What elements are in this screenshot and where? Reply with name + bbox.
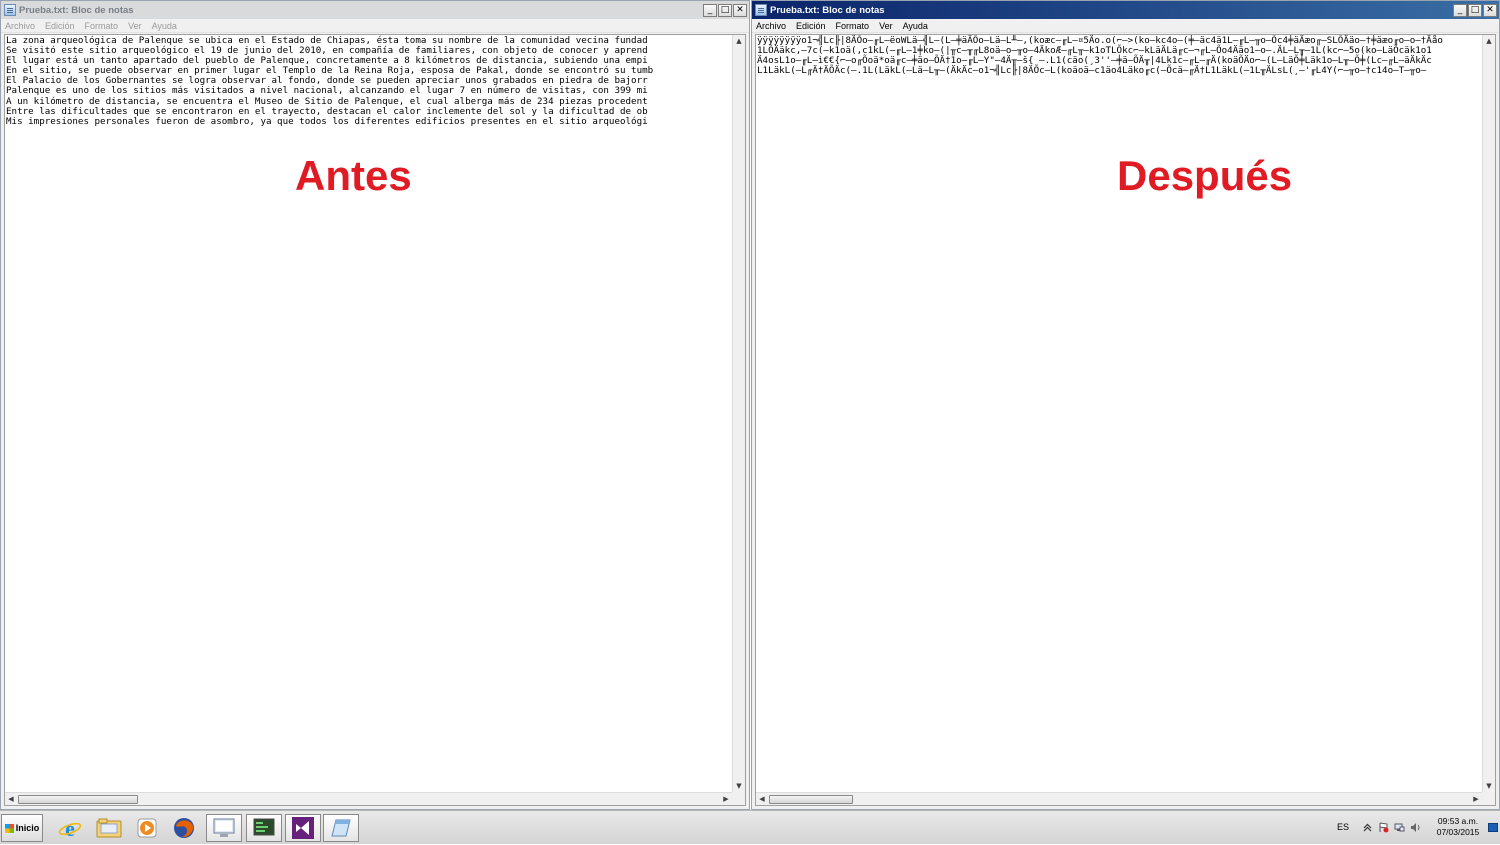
internet-explorer-taskbar-button[interactable]: e	[52, 814, 88, 842]
text-line: Mis impresiones personales fueron de aso…	[6, 115, 648, 127]
scroll-right-arrow-icon[interactable]: ▶	[720, 793, 732, 805]
menu-formato[interactable]: Formato	[836, 21, 870, 31]
maximize-button[interactable]: □	[718, 3, 732, 17]
scroll-right-arrow-icon[interactable]: ▶	[1470, 793, 1482, 805]
media-player-taskbar-button[interactable]	[129, 814, 165, 842]
scroll-left-arrow-icon[interactable]: ◀	[5, 793, 17, 805]
scroll-down-arrow-icon[interactable]: ▼	[733, 780, 745, 792]
clock[interactable]: 09:53 a.m. 07/03/2015	[1432, 816, 1484, 838]
visual-studio-icon	[292, 817, 314, 839]
remote-desktop-taskbar-button[interactable]	[206, 814, 242, 842]
text-content[interactable]: La zona arqueológica de Palenque se ubic…	[5, 35, 732, 792]
menu-ayuda[interactable]: Ayuda	[152, 21, 177, 31]
minimize-button[interactable]: _	[703, 3, 717, 17]
notepad-icon	[331, 819, 351, 837]
menu-archivo[interactable]: Archivo	[756, 21, 786, 31]
menu-ver[interactable]: Ver	[879, 21, 893, 31]
menu-edicion[interactable]: Edición	[796, 21, 826, 31]
volume-icon[interactable]	[1410, 822, 1421, 833]
vertical-scrollbar[interactable]: ▲ ▼	[732, 35, 745, 792]
caption-buttons: _ □ ✕	[703, 3, 747, 17]
media-player-icon	[137, 818, 157, 838]
horizontal-scrollbar[interactable]: ◀ ▶	[5, 792, 732, 805]
firefox-taskbar-button[interactable]	[166, 814, 202, 842]
desktop: Prueba.txt: Bloc de notas _ □ ✕ Archivo …	[0, 0, 1500, 810]
show-desktop-button[interactable]	[1488, 823, 1498, 832]
editor-area[interactable]: La zona arqueológica de Palenque se ubic…	[4, 34, 746, 806]
title-bar[interactable]: Prueba.txt: Bloc de notas _ □ ✕	[752, 1, 1499, 19]
before-label: Antes	[295, 152, 412, 199]
menu-edicion[interactable]: Edición	[45, 21, 75, 31]
start-button[interactable]: Inicio	[1, 814, 43, 842]
clock-time: 09:53 a.m.	[1437, 816, 1479, 826]
minimize-button[interactable]: _	[1453, 3, 1467, 17]
window-title: Prueba.txt: Bloc de notas	[19, 4, 134, 16]
notepad-window-before[interactable]: Prueba.txt: Bloc de notas _ □ ✕ Archivo …	[0, 0, 750, 810]
taskbar: Inicio e ES 09:53 a.m. 07/03/2015	[0, 810, 1500, 844]
notepad-icon	[4, 4, 16, 16]
horizontal-scroll-thumb[interactable]	[769, 795, 853, 804]
notepad-icon	[755, 4, 767, 16]
scroll-left-arrow-icon[interactable]: ◀	[756, 793, 768, 805]
size-grip-icon[interactable]	[1482, 792, 1495, 805]
visual-studio-taskbar-button[interactable]	[285, 814, 321, 842]
action-center-flag-icon[interactable]	[1378, 822, 1389, 833]
terminal-taskbar-button[interactable]	[246, 814, 282, 842]
window-title: Prueba.txt: Bloc de notas	[770, 4, 885, 16]
menu-ver[interactable]: Ver	[128, 21, 142, 31]
menu-formato[interactable]: Formato	[85, 21, 119, 31]
system-tray: ES 09:53 a.m. 07/03/2015	[1328, 811, 1500, 845]
internet-explorer-icon: e	[58, 816, 82, 840]
scroll-down-arrow-icon[interactable]: ▼	[1483, 780, 1495, 792]
language-indicator[interactable]: ES	[1337, 822, 1349, 832]
clock-date: 07/03/2015	[1436, 827, 1480, 837]
notepad-window-after[interactable]: Prueba.txt: Bloc de notas _ □ ✕ Archivo …	[751, 0, 1500, 810]
horizontal-scrollbar[interactable]: ◀ ▶	[756, 792, 1482, 805]
windows-logo-icon	[4, 823, 14, 833]
after-label: Después	[1117, 152, 1293, 199]
scroll-up-arrow-icon[interactable]: ▲	[733, 35, 745, 47]
editor-area[interactable]: ÿÿÿÿÿÿÿÿo1¬╣Lc╟|8ÄÕo–╓L–ëoWLä–╣L–(L–╪äÄÕ…	[755, 34, 1496, 806]
notepad-taskbar-button[interactable]	[323, 814, 359, 842]
network-icon[interactable]	[1394, 822, 1405, 833]
menu-bar: Archivo Edición Formato Ver Ayuda	[1, 19, 749, 33]
text-line: L1LäkL(–L╓Ä†ÄÕÄc(–.1L(LäkL(–Lä–L╥–(ÄkÄc–…	[757, 65, 1427, 77]
close-button[interactable]: ✕	[1483, 3, 1497, 17]
file-explorer-taskbar-button[interactable]	[91, 814, 127, 842]
scroll-up-arrow-icon[interactable]: ▲	[1483, 35, 1495, 47]
console-icon	[253, 818, 275, 836]
menu-archivo[interactable]: Archivo	[5, 21, 35, 31]
show-hidden-icons-chevron-icon[interactable]	[1362, 822, 1373, 833]
text-content[interactable]: ÿÿÿÿÿÿÿÿo1¬╣Lc╟|8ÄÕo–╓L–ëoWLä–╣L–(L–╪äÄÕ…	[756, 35, 1482, 792]
maximize-button[interactable]: □	[1468, 3, 1482, 17]
size-grip-icon[interactable]	[732, 792, 745, 805]
firefox-icon	[174, 818, 194, 838]
menu-ayuda[interactable]: Ayuda	[903, 21, 928, 31]
horizontal-scroll-thumb[interactable]	[18, 795, 138, 804]
title-bar[interactable]: Prueba.txt: Bloc de notas _ □ ✕	[1, 1, 749, 19]
start-label: Inicio	[15, 823, 40, 833]
caption-buttons: _ □ ✕	[1453, 3, 1497, 17]
computer-icon	[213, 818, 235, 837]
folder-icon	[96, 818, 122, 838]
menu-bar: Archivo Edición Formato Ver Ayuda	[752, 19, 1499, 33]
svg-text:e: e	[65, 816, 75, 840]
vertical-scrollbar[interactable]: ▲ ▼	[1482, 35, 1495, 792]
close-button[interactable]: ✕	[733, 3, 747, 17]
